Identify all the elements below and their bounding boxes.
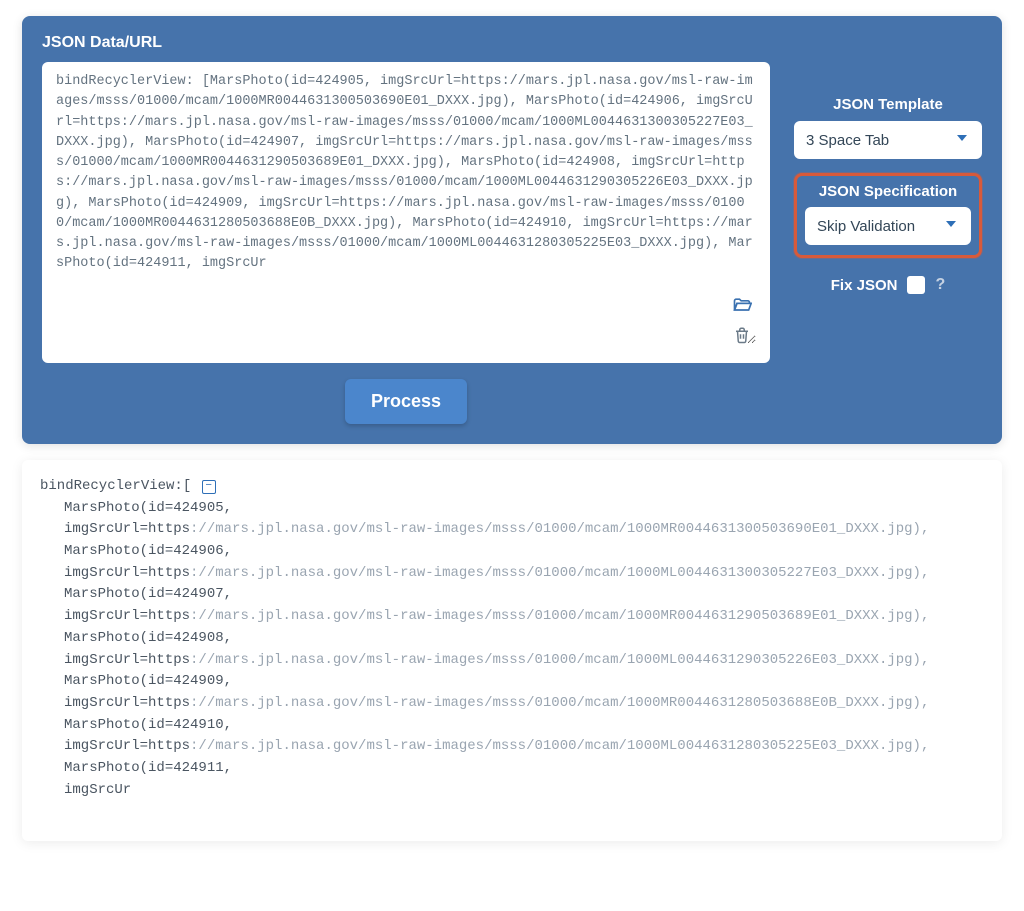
output-line: MarsPhoto(id=424908, (40, 628, 984, 650)
output-line: MarsPhoto(id=424905, (40, 498, 984, 520)
fix-json-checkbox[interactable] (907, 276, 925, 294)
output-line: MarsPhoto(id=424906, (40, 541, 984, 563)
output-panel: bindRecyclerView:[ − MarsPhoto(id=424905… (22, 460, 1002, 841)
json-template-label: JSON Template (794, 96, 982, 113)
chevron-down-icon (954, 130, 970, 150)
help-icon[interactable]: ? (935, 276, 945, 294)
output-line: MarsPhoto(id=424910, (40, 715, 984, 737)
json-input-panel: JSON Data/URL (22, 16, 1002, 444)
process-button[interactable]: Process (345, 379, 467, 424)
json-specification-highlighted: JSON Specification Skip Validation (794, 173, 982, 258)
chevron-down-icon (943, 216, 959, 236)
json-data-input[interactable] (56, 72, 756, 344)
json-template-dropdown[interactable]: 3 Space Tab (794, 121, 982, 159)
output-line: imgSrcUrl=https://mars.jpl.nasa.gov/msl-… (40, 519, 984, 541)
open-file-icon[interactable] (732, 295, 752, 315)
json-template-value: 3 Space Tab (806, 132, 889, 149)
textarea-container (42, 62, 770, 363)
output-line: MarsPhoto(id=424909, (40, 671, 984, 693)
json-specification-label: JSON Specification (805, 183, 971, 200)
output-line: imgSrcUrl=https://mars.jpl.nasa.gov/msl-… (40, 736, 984, 758)
trash-icon[interactable] (732, 325, 752, 345)
panel-title: JSON Data/URL (42, 34, 982, 52)
output-line: imgSrcUrl=https://mars.jpl.nasa.gov/msl-… (40, 606, 984, 628)
output-line: imgSrcUrl=https://mars.jpl.nasa.gov/msl-… (40, 563, 984, 585)
output-line: imgSrcUrl=https://mars.jpl.nasa.gov/msl-… (40, 650, 984, 672)
output-line: imgSrcUrl=https://mars.jpl.nasa.gov/msl-… (40, 693, 984, 715)
output-line: MarsPhoto(id=424907, (40, 584, 984, 606)
json-specification-value: Skip Validation (817, 218, 915, 235)
fix-json-label: Fix JSON (831, 277, 898, 294)
collapse-icon[interactable]: − (202, 480, 216, 494)
output-line: imgSrcUr (40, 780, 984, 802)
output-first-line: bindRecyclerView:[ − (40, 476, 984, 498)
output-line: MarsPhoto(id=424911, (40, 758, 984, 780)
json-specification-dropdown[interactable]: Skip Validation (805, 207, 971, 245)
sidebar: JSON Template 3 Space Tab JSON Specifica… (794, 62, 982, 294)
